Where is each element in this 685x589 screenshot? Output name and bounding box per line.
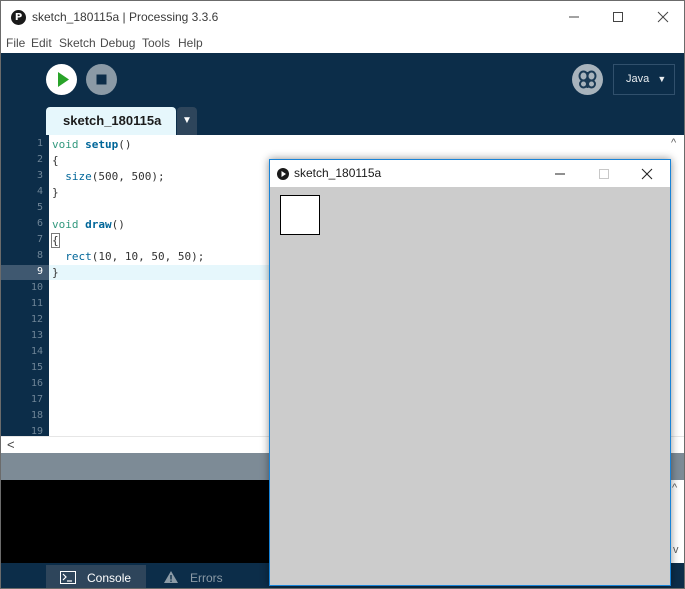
code-line: size(500, 500); [52, 169, 165, 185]
code-token-text: (10, 10, 50, 50); [91, 250, 205, 263]
run-button[interactable] [46, 64, 77, 95]
code-token-keyword: void [52, 138, 79, 151]
code-token-text: } [52, 186, 59, 199]
scroll-down-arrow-icon[interactable]: v [673, 544, 679, 556]
code-token-keyword: void [52, 218, 79, 231]
code-token-function: draw [85, 218, 112, 231]
tab-sketch[interactable]: sketch_180115a [46, 107, 176, 135]
line-number: 4 [36, 186, 43, 197]
stop-icon [96, 74, 107, 85]
code-token-text: { [52, 154, 59, 167]
processing-logo-icon: P [11, 10, 26, 25]
code-token-indent [52, 170, 65, 183]
code-line: { [51, 233, 60, 249]
code-token-function: size [65, 170, 92, 183]
drawn-rectangle [280, 195, 320, 235]
warning-icon [164, 571, 178, 583]
code-line: void draw() [52, 217, 125, 233]
close-icon [641, 168, 653, 180]
code-token-function: setup [85, 138, 119, 151]
console-icon [60, 571, 76, 584]
menu-file[interactable]: File [6, 36, 25, 50]
tab-console[interactable]: Console [46, 565, 146, 588]
line-number: 12 [30, 314, 43, 325]
line-number: 18 [30, 410, 43, 421]
tab-errors[interactable]: Errors [149, 565, 245, 588]
line-number: 7 [36, 234, 43, 245]
line-number: 16 [30, 378, 43, 389]
mode-label: Java [626, 73, 650, 85]
code-line: rect(10, 10, 50, 50); [52, 249, 204, 265]
line-number-gutter: 1 2 3 4 5 6 7 8 9 10 11 12 13 14 15 16 1… [1, 135, 49, 436]
play-icon [58, 72, 69, 87]
scroll-left-arrow-icon[interactable]: < [7, 437, 15, 452]
close-button[interactable] [640, 1, 684, 32]
sketch-canvas[interactable] [270, 187, 670, 585]
chevron-down-icon: ▼ [657, 74, 667, 84]
window-title: sketch_180115a | Processing 3.3.6 [32, 10, 219, 24]
sketch-minimize-button[interactable] [540, 160, 580, 187]
close-icon [657, 11, 669, 23]
title-bar: P sketch_180115a | Processing 3.3.6 [1, 1, 684, 34]
scroll-up-arrow-icon[interactable]: ^ [671, 137, 676, 149]
line-number: 1 [36, 138, 43, 149]
console-tab-label: Console [87, 571, 132, 585]
maximize-icon [599, 169, 609, 179]
errors-tab-label: Errors [190, 571, 223, 585]
line-number-current: 9 [36, 266, 43, 277]
code-line: } [52, 265, 59, 281]
processing-play-icon [277, 168, 289, 180]
line-number: 10 [30, 282, 43, 293]
tab-label: sketch_180115a [63, 113, 162, 128]
menu-sketch[interactable]: Sketch [59, 36, 96, 50]
minimize-button[interactable] [551, 1, 597, 32]
maximize-button[interactable] [595, 1, 641, 32]
menu-help[interactable]: Help [178, 36, 203, 50]
debugger-button[interactable] [572, 64, 603, 95]
chevron-down-icon: ▼ [182, 115, 192, 126]
code-token-text: (500, 500); [91, 170, 165, 183]
sketch-close-button[interactable] [628, 160, 668, 187]
sketch-title-bar[interactable]: sketch_180115a [270, 160, 670, 187]
line-number: 11 [30, 298, 43, 309]
line-number: 13 [30, 330, 43, 341]
tab-menu-button[interactable]: ▼ [177, 107, 197, 135]
line-number: 3 [36, 170, 43, 181]
code-token-indent [52, 250, 65, 263]
menu-tools[interactable]: Tools [142, 36, 170, 50]
line-number: 15 [30, 362, 43, 373]
sketch-maximize-button[interactable] [584, 160, 624, 187]
code-token-text: () [111, 218, 125, 231]
matched-brace: { [51, 233, 60, 248]
line-number: 17 [30, 394, 43, 405]
sketch-window-title: sketch_180115a [294, 166, 382, 180]
line-number: 2 [36, 154, 43, 165]
processing-ide-window: P sketch_180115a | Processing 3.3.6 File… [0, 0, 685, 589]
menu-bar: File Edit Sketch Debug Tools Help [1, 34, 684, 53]
butterfly-icon [578, 70, 597, 89]
code-token-text: () [118, 138, 132, 151]
scroll-up-arrow-icon[interactable]: ^ [672, 482, 677, 494]
line-number: 14 [30, 346, 43, 357]
code-line: { [52, 153, 59, 169]
code-line: } [52, 185, 59, 201]
menu-debug[interactable]: Debug [100, 36, 135, 50]
line-number: 5 [36, 202, 43, 213]
sketch-output-window[interactable]: sketch_180115a [269, 159, 671, 586]
menu-edit[interactable]: Edit [31, 36, 52, 50]
code-line: void setup() [52, 137, 132, 153]
line-number: 19 [30, 426, 43, 436]
code-token-function: rect [65, 250, 92, 263]
line-number: 8 [36, 250, 43, 261]
line-number: 6 [36, 218, 43, 229]
console-scrollbar[interactable]: ^ v [669, 480, 684, 563]
code-token-text: } [52, 266, 59, 279]
maximize-icon [613, 12, 623, 22]
stop-button[interactable] [86, 64, 117, 95]
minimize-icon [569, 16, 579, 18]
mode-selector[interactable]: Java ▼ [613, 64, 675, 95]
minimize-icon [555, 173, 565, 175]
